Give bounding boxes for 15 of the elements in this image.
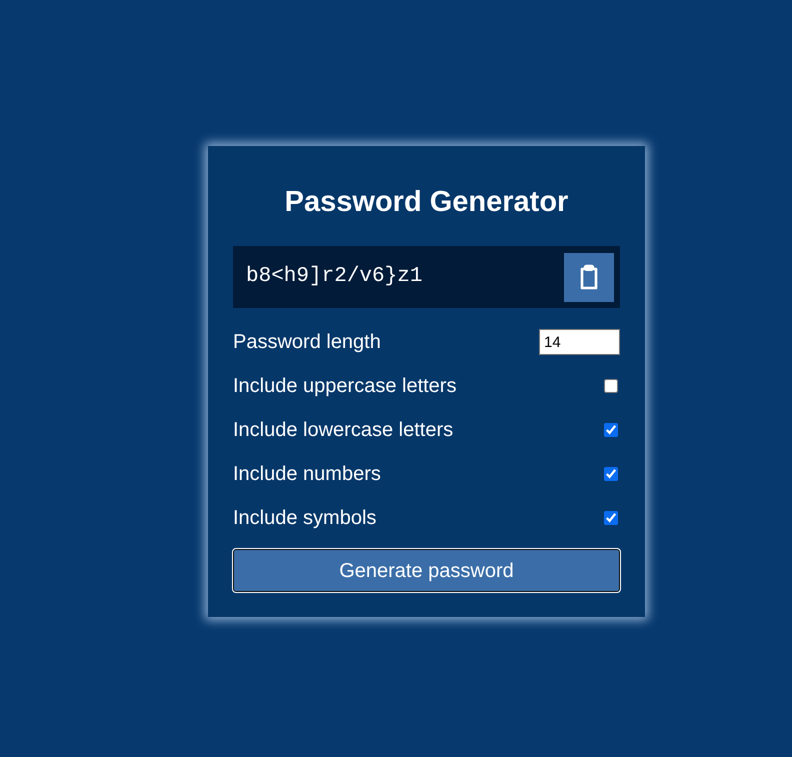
- checkbox[interactable]: [604, 423, 618, 437]
- generated-password: b8<h9]r2/v6}z1: [246, 264, 422, 290]
- copy-button[interactable]: [564, 252, 614, 302]
- app-title: Password Generator: [284, 185, 570, 220]
- generate-button[interactable]: Generate password: [232, 548, 621, 593]
- checkbox[interactable]: [604, 467, 618, 481]
- option-label: Include uppercase letters: [233, 374, 456, 399]
- checkbox[interactable]: [604, 379, 618, 393]
- option-label: Include numbers: [233, 462, 381, 487]
- length-label: Password length: [233, 330, 381, 355]
- checkbox[interactable]: [604, 511, 618, 525]
- length-input[interactable]: 14: [539, 329, 620, 355]
- clipboard-icon: [579, 264, 599, 290]
- option-label: Include lowercase letters: [233, 418, 454, 443]
- option-label: Include symbols: [233, 506, 376, 531]
